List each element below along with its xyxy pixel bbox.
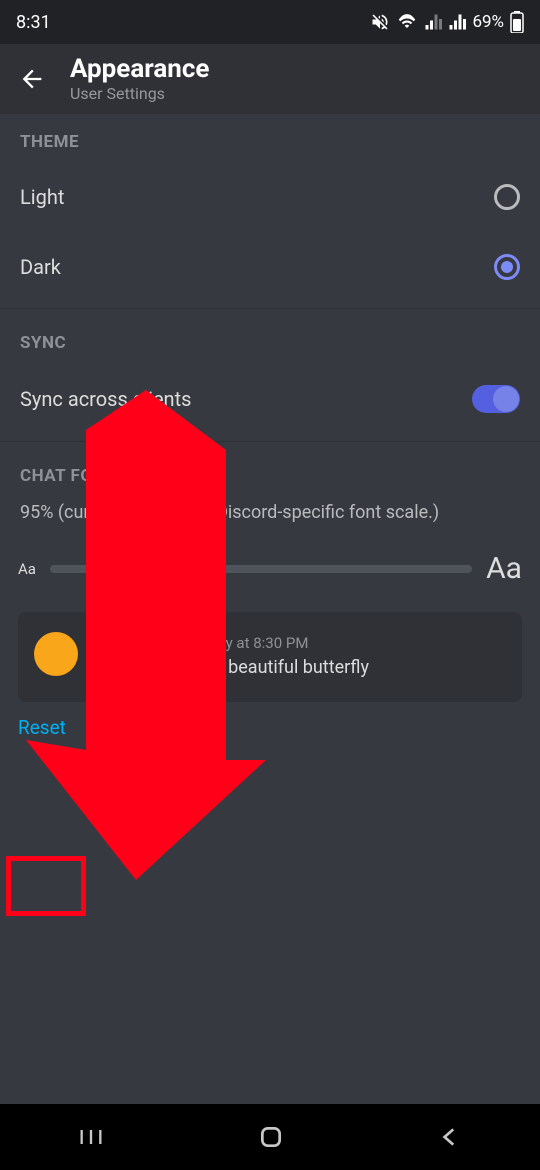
sync-across-clients-row[interactable]: Sync across clients (0, 363, 540, 435)
nav-home-icon[interactable] (258, 1124, 284, 1150)
nav-back-icon[interactable] (437, 1124, 463, 1150)
mute-icon (370, 12, 390, 32)
font-preview-message: moinzisun Today at 8:30 PM Look at me I'… (18, 612, 522, 702)
nav-recents-icon[interactable] (77, 1123, 105, 1151)
message-body: Look at me I'm a beautiful butterfly (92, 657, 369, 678)
reset-container: Reset (0, 702, 540, 753)
wifi-icon (396, 13, 418, 31)
header-titles: Appearance User Settings (70, 55, 209, 103)
theme-dark-label: Dark (20, 255, 61, 279)
font-scale-description: 95% (currently using the Discord-specifi… (0, 496, 540, 547)
section-title-chat-font: CHAT FONT SCALING (0, 448, 540, 496)
page-subtitle: User Settings (70, 84, 209, 103)
message-timestamp: Today at 8:30 PM (192, 634, 308, 652)
font-scale-min-label: Aa (18, 560, 36, 578)
theme-option-light[interactable]: Light (0, 162, 540, 232)
font-scale-slider-row: Aa Aa (0, 547, 540, 612)
battery-icon (510, 11, 524, 33)
battery-percentage: 69% (472, 12, 504, 32)
divider (0, 308, 540, 309)
font-scale-max-label: Aa (486, 551, 522, 586)
radio-icon (494, 184, 520, 210)
sync-toggle-label: Sync across clients (20, 387, 191, 411)
message-username: moinzisun (92, 630, 180, 653)
slider-thumb-icon[interactable] (141, 555, 169, 583)
page-title: Appearance (70, 55, 209, 84)
annotation-highlight-box (6, 856, 86, 916)
system-nav-bar (0, 1104, 540, 1170)
avatar (34, 632, 78, 676)
content: THEME Light Dark SYNC Sync across client… (0, 114, 540, 753)
message-content: moinzisun Today at 8:30 PM Look at me I'… (92, 630, 369, 678)
status-indicators: 69% (370, 11, 524, 33)
section-title-sync: SYNC (0, 315, 540, 363)
status-bar: 8:31 69% (0, 0, 540, 44)
divider (0, 441, 540, 442)
signal-icon-2 (448, 13, 466, 31)
signal-icon-1 (424, 13, 442, 31)
toggle-on-icon[interactable] (472, 385, 520, 413)
font-scale-slider[interactable] (50, 565, 472, 573)
theme-light-label: Light (20, 185, 64, 209)
theme-option-dark[interactable]: Dark (0, 232, 540, 302)
reset-button[interactable]: Reset (18, 716, 66, 739)
status-time: 8:31 (16, 12, 51, 33)
app-header: Appearance User Settings (0, 44, 540, 114)
section-title-theme: THEME (0, 114, 540, 162)
back-arrow-icon[interactable] (18, 65, 46, 93)
radio-selected-icon (494, 254, 520, 280)
